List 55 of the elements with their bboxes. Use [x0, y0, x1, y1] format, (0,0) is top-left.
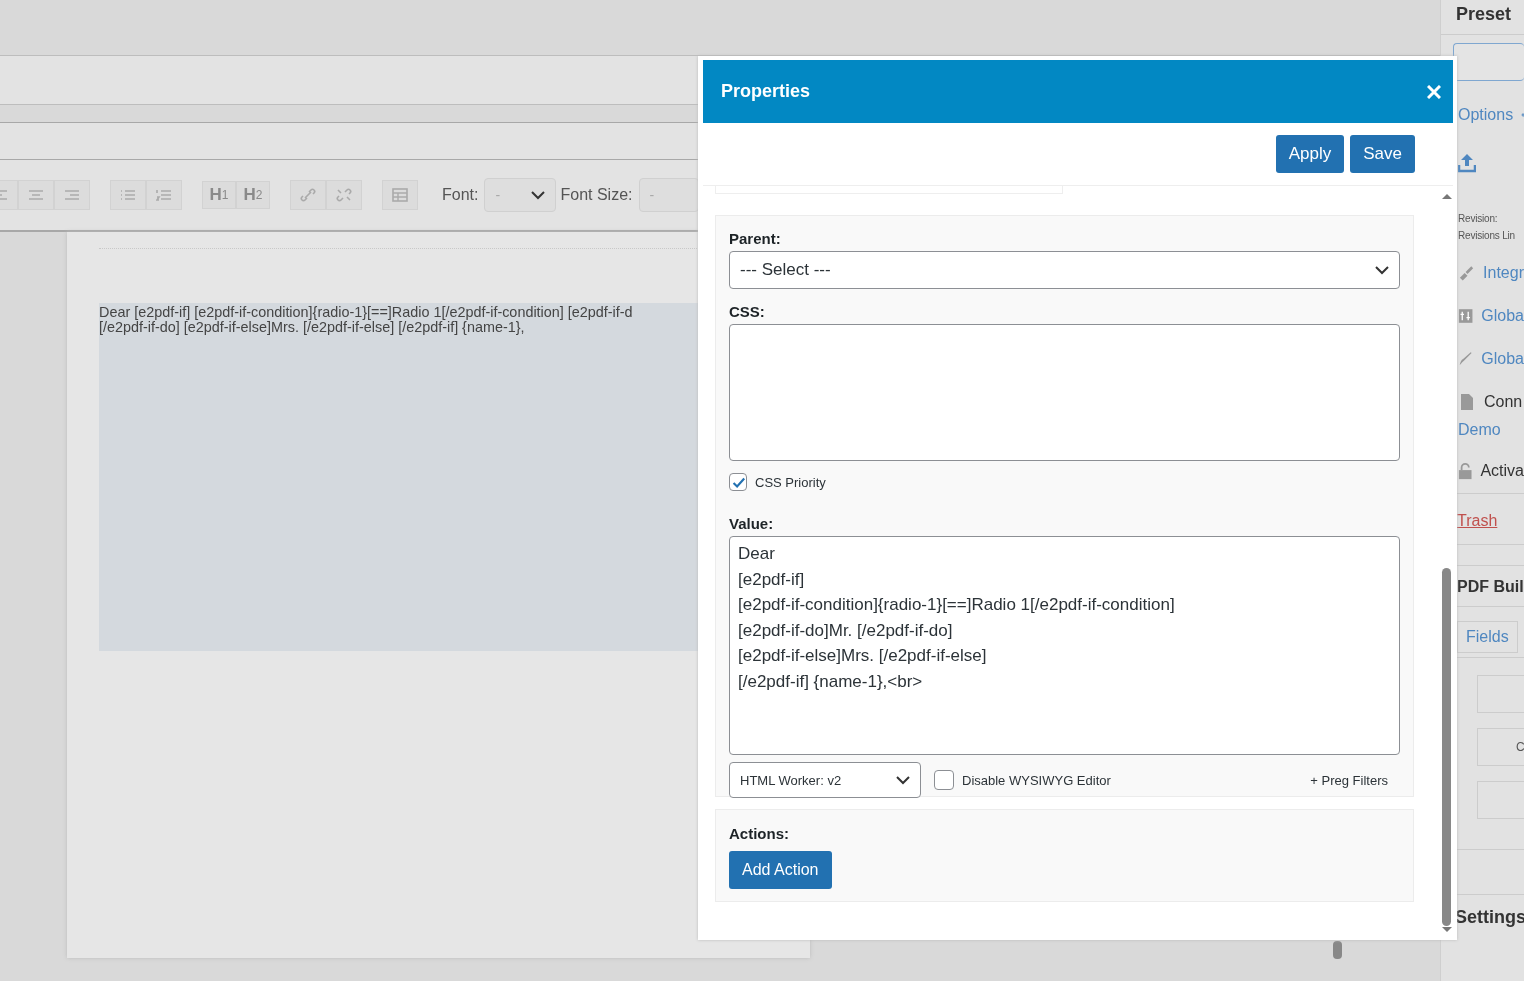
scrollbar-thumb[interactable]: [1442, 568, 1451, 926]
field-label: Actions:: [729, 825, 790, 842]
demo-link[interactable]: Demo: [1458, 421, 1501, 438]
close-button[interactable]: [1427, 84, 1441, 99]
panel-title: Preset: [1456, 4, 1512, 24]
add-action-button[interactable]: Add Action: [729, 851, 832, 889]
apply-button[interactable]: Apply: [1275, 135, 1345, 173]
worker-select[interactable]: HTML Worker: v2: [729, 762, 921, 798]
chevron-down-icon: [1375, 265, 1389, 275]
upload-icon[interactable]: [1458, 153, 1476, 173]
value-textarea[interactable]: Dear [e2pdf-if] [e2pdf-if-condition]{radio-1}[==]Radio 1[/e2pdf-if-condition] [e2pdf-if-do]Mr. [/e2pdf-if-do] [e2pdf-if-else]Mrs. [/e2pdf-if-else] [/e2pdf-if] {name-1},<br>: [729, 536, 1400, 755]
plug-icon: [1458, 264, 1476, 282]
field-label: Value:: [729, 515, 775, 532]
text-element[interactable]: Dear [e2pdf-if] [e2pdf-if-condition]{radio-1}[==]Radio 1[/e2pdf-if-condition] [e2pdf-if-d [/e2pdf-if-do] [e2pdf-if-else]Mrs. [/e2pdf-if-else] [/e2pdf-if] {name-1},: [99, 303, 699, 651]
scroll-up-icon[interactable]: [1442, 192, 1452, 200]
font-label: Font:: [442, 186, 479, 204]
bulleted-list-icon[interactable]: [110, 180, 146, 210]
fields-tab[interactable]: Fields: [1457, 621, 1518, 653]
trash-link[interactable]: Trash: [1457, 512, 1498, 529]
font-size-label: Font Size:: [560, 186, 633, 204]
align-center-icon[interactable]: [18, 180, 54, 210]
checkbox-label: Disable WYSIWYG Editor: [962, 772, 1111, 788]
revision-label: Revision:: [1457, 213, 1499, 224]
close-icon: [1427, 84, 1441, 99]
field-label: Parent:: [729, 230, 782, 247]
align-right-icon[interactable]: [54, 180, 90, 210]
css-textarea[interactable]: [729, 324, 1400, 461]
link-icon[interactable]: [290, 180, 326, 210]
revisions-limit-label: Revisions Lin: [1457, 230, 1516, 241]
parent-select[interactable]: --- Select ---: [729, 251, 1400, 289]
numbered-list-icon[interactable]: [146, 180, 182, 210]
panel-title: PDF Buil: [1457, 578, 1524, 595]
checkbox-label: CSS Priority: [755, 474, 826, 490]
scrollbar-thumb[interactable]: [1333, 941, 1342, 959]
options-link[interactable]: Options: [1458, 106, 1514, 124]
sidebar-label: Conn: [1484, 393, 1523, 411]
field-tile[interactable]: C: [1477, 728, 1524, 766]
file-icon: [1458, 393, 1476, 411]
sliders-icon: [1458, 307, 1474, 325]
sidebar-link[interactable]: Globa: [1481, 307, 1524, 325]
preset-field[interactable]: [1453, 43, 1524, 81]
preg-filters-link[interactable]: + Preg Filters: [1310, 772, 1388, 788]
activation-label: Activa: [1480, 462, 1524, 480]
dialog-title: Properties: [721, 81, 811, 102]
table-icon[interactable]: [382, 180, 418, 210]
chevron-down-icon: [531, 190, 546, 200]
checkbox[interactable]: [729, 473, 747, 491]
checkbox[interactable]: [934, 770, 954, 790]
field-label: CSS:: [729, 303, 766, 320]
save-button[interactable]: Save: [1350, 135, 1415, 173]
sidebar-link[interactable]: Integr: [1483, 264, 1524, 282]
unlink-icon[interactable]: [326, 180, 362, 210]
chevron-down-icon: [896, 775, 910, 785]
lock-icon: [1458, 462, 1473, 480]
sidebar-link[interactable]: Globa: [1481, 350, 1524, 368]
